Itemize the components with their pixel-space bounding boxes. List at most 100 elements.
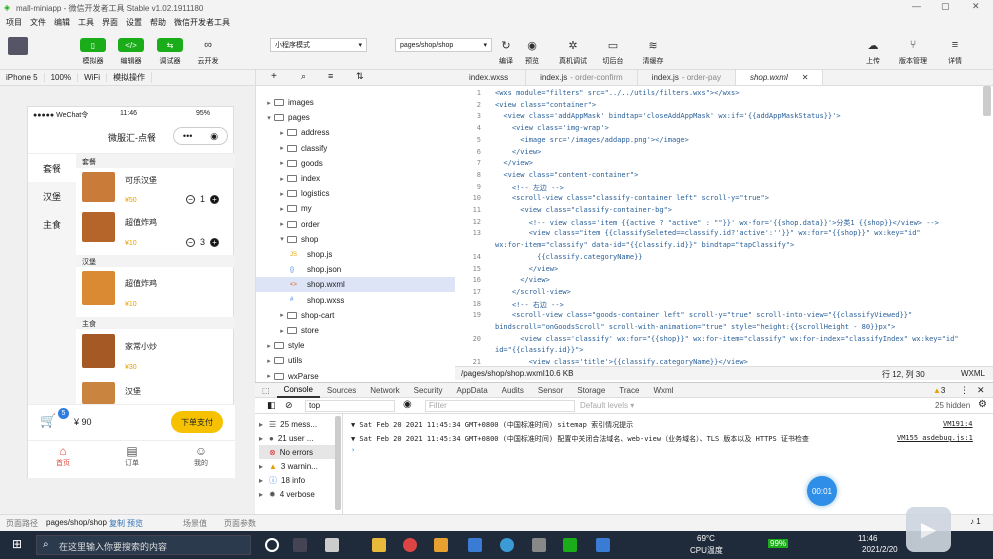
log-source[interactable]: VM155 asdebug.js:1 [897, 434, 973, 442]
taskview-icon[interactable] [293, 538, 307, 552]
filter-input[interactable]: Filter [425, 400, 575, 412]
devtools-tab[interactable]: Security [407, 382, 450, 398]
clear-icon[interactable]: ⊘ [285, 400, 293, 411]
app-icon[interactable] [325, 538, 339, 552]
prompt-caret[interactable]: › [351, 446, 355, 454]
close-icon[interactable]: ✕ [972, 1, 980, 12]
menu-icon[interactable]: ≡ [328, 71, 333, 81]
file-tree-item[interactable]: # shop.wxss [256, 293, 455, 308]
minus-button[interactable]: − [186, 194, 195, 204]
console-filter-item[interactable]: ▸ ⓘ 18 info [259, 473, 305, 487]
code-editor[interactable]: 1 <wxs module="filters" src="../../utils/… [455, 86, 993, 366]
file-tree-item[interactable]: JS shop.js [256, 247, 455, 262]
app-icon[interactable] [596, 538, 610, 552]
file-tree-item[interactable]: ▸ index [256, 171, 455, 186]
devtools-tab[interactable]: Console [276, 382, 320, 398]
plus-button[interactable]: + [210, 194, 220, 204]
file-tree-item[interactable]: ▸ my [256, 201, 455, 216]
details-button[interactable]: ≡ [942, 38, 968, 52]
tab-profile[interactable]: ☺ 我的 [188, 444, 214, 468]
clock-time[interactable]: 11:46 [858, 534, 877, 543]
tab-home[interactable]: ⌂ 首页 [50, 444, 76, 468]
windows-start-icon[interactable]: ⊞ [12, 537, 22, 551]
nav-item[interactable]: 套餐 [28, 154, 76, 182]
menu-item[interactable]: 工具 [78, 17, 94, 28]
devtools-icon[interactable] [563, 538, 577, 552]
menu-item[interactable]: 设置 [126, 17, 142, 28]
file-tree-item[interactable]: ▸ images [256, 95, 455, 110]
split-icon[interactable]: ⇅ [356, 71, 364, 82]
app-icon[interactable] [468, 538, 482, 552]
gear-icon[interactable] [532, 538, 546, 552]
search-icon[interactable]: ⌕ [301, 71, 306, 82]
file-tree-item[interactable]: {} shop.json [256, 262, 455, 277]
devtools-tab[interactable]: Wxml [646, 382, 680, 398]
play-overlay[interactable]: ▶ [906, 507, 951, 552]
devtools-tab[interactable]: Sources [320, 382, 363, 398]
version-button[interactable]: ⑂ [900, 38, 926, 52]
file-tree-item[interactable]: ▸ store [256, 323, 455, 338]
mode-select[interactable]: 小程序模式 ▾ [270, 38, 367, 52]
file-tree-item[interactable]: ▸ address [256, 125, 455, 140]
scrollbar[interactable] [335, 416, 341, 510]
close-icon[interactable]: ✕ [802, 73, 809, 82]
menu-item[interactable]: 项目 [6, 17, 22, 28]
preview-link[interactable]: 预览 [127, 518, 143, 529]
maximize-icon[interactable]: ▢ [941, 1, 950, 12]
scrollbar[interactable] [983, 86, 991, 116]
compile-button[interactable]: ↻ [493, 38, 519, 52]
plus-button[interactable]: + [210, 237, 220, 247]
log-source[interactable]: VM191:4 [943, 420, 973, 428]
capsule[interactable]: ••• ◉ [173, 127, 228, 145]
chrome-icon[interactable] [403, 538, 417, 552]
console-filter-item[interactable]: ▸ ▲ 3 warnin... [259, 459, 318, 473]
file-tree-item[interactable]: ▸ goods [256, 156, 455, 171]
more-icon[interactable]: ••• [183, 131, 192, 141]
folder-icon[interactable] [372, 538, 386, 552]
more-icon[interactable]: ⋮ [960, 385, 969, 396]
file-tree-item[interactable]: ▸ order [256, 217, 455, 232]
context-select[interactable]: top [305, 400, 395, 412]
battery-badge[interactable]: 99% [768, 539, 789, 548]
file-tree-item[interactable]: ▸ style [256, 338, 455, 353]
add-icon[interactable]: + [271, 71, 277, 82]
menu-item[interactable]: 编辑 [54, 17, 70, 28]
page-select[interactable]: pages/shop/shop ▾ [395, 38, 492, 52]
simulator-button[interactable]: ▯ [80, 38, 106, 52]
file-tree-item[interactable]: <> shop.wxml [256, 277, 455, 293]
close-icon[interactable]: ✕ [977, 385, 985, 396]
inspect-icon[interactable]: ⬚ [255, 382, 277, 398]
console-filter-item[interactable]: ▸ ● 21 user ... [259, 431, 313, 445]
scene-value[interactable]: 场景值 [183, 518, 207, 529]
menu-item[interactable]: 文件 [30, 17, 46, 28]
file-tree-item[interactable]: ▾ shop [256, 232, 455, 247]
debugger-button[interactable]: ⇆ [157, 38, 183, 52]
tab-orders[interactable]: ▤ 订单 [119, 444, 145, 468]
nav-item[interactable]: 汉堡 [28, 182, 76, 210]
editor-tab[interactable]: index.wxss [455, 70, 527, 85]
devtools-tab[interactable]: Network [363, 382, 406, 398]
device-select[interactable]: iPhone 5 [0, 73, 45, 82]
preview-button[interactable]: ◉ [519, 38, 545, 52]
realdebug-button[interactable]: ✲ [560, 38, 586, 52]
levels-select[interactable]: Default levels ▾ [580, 401, 634, 410]
nav-item[interactable]: 主食 [28, 210, 76, 238]
warning-count[interactable]: ▲3 [933, 386, 945, 395]
notification-count[interactable]: ♪ 1 [970, 517, 981, 526]
sidebar-toggle-icon[interactable]: ◧ [267, 400, 276, 411]
minimize-icon[interactable]: — [912, 1, 921, 11]
console-filter-item[interactable]: ▸ ☰ 25 mess... [259, 417, 317, 431]
menu-item[interactable]: 界面 [102, 17, 118, 28]
avatar[interactable] [8, 37, 28, 55]
file-tree-item[interactable]: ▾ pages [256, 110, 455, 125]
file-tree-item[interactable]: ▸ wxParse [256, 369, 455, 382]
page-params[interactable]: 页面参数 [224, 518, 256, 529]
menu-item[interactable]: 帮助 [150, 17, 166, 28]
devtools-tab[interactable]: Audits [495, 382, 531, 398]
file-tree-item[interactable]: ▸ shop-cart [256, 308, 455, 323]
clearcache-button[interactable]: ≋ [640, 38, 666, 52]
devtools-tab[interactable]: Trace [612, 382, 646, 398]
file-tree-item[interactable]: ▸ logistics [256, 186, 455, 201]
cortana-icon[interactable] [265, 538, 279, 552]
devtools-tab[interactable]: AppData [450, 382, 495, 398]
